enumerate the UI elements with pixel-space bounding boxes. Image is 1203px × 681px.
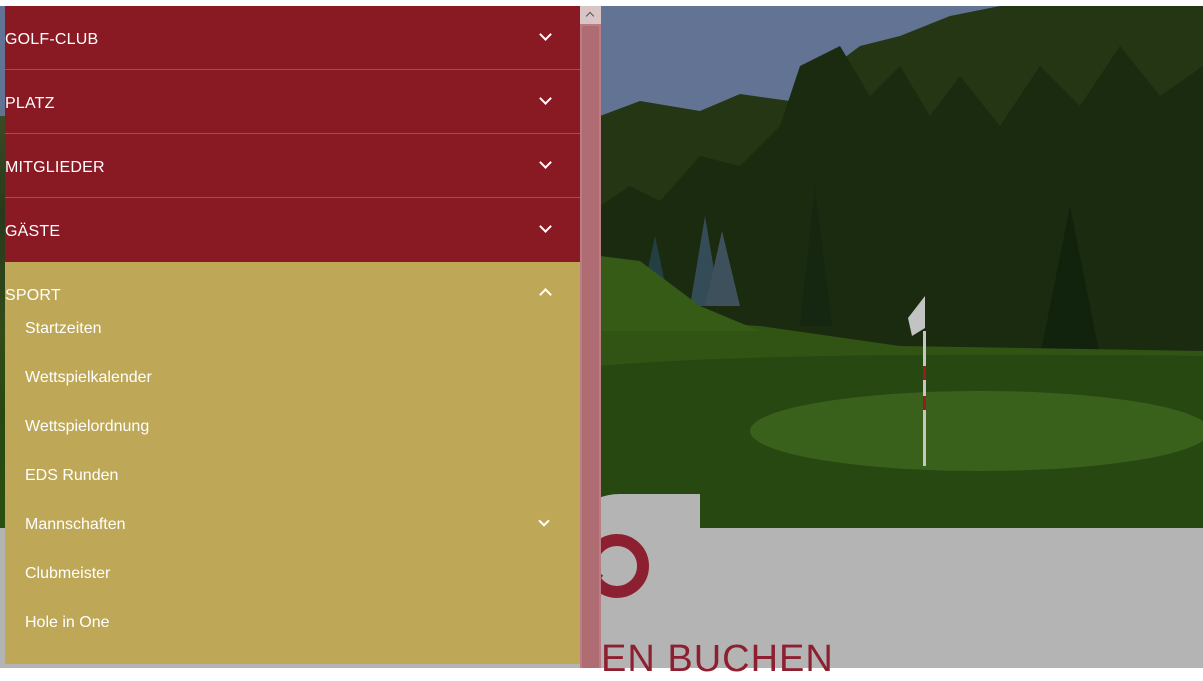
submenu-item-wettspielordnung[interactable]: Wettspielordnung [5,402,580,451]
nav-item-label: MITGLIEDER [5,158,105,176]
chevron-down-icon[interactable] [539,92,552,105]
scroll-up-arrow-icon[interactable] [580,6,601,24]
booking-heading: EN BUCHEN [601,638,834,680]
nav-item-label: GÄSTE [5,223,61,240]
sport-submenu: Startzeiten Wettspielkalender Wettspielo… [5,304,580,647]
chevron-down-icon[interactable] [539,28,552,41]
nav-item-platz[interactable]: PLATZ [5,70,580,134]
submenu-item-startzeiten[interactable]: Startzeiten [5,304,580,353]
nav-section-sport: SPORT Startzeiten Wettspielkalender Wett… [5,262,580,664]
submenu-item-eds-runden[interactable]: EDS Runden [5,451,580,500]
nav-scrollbar[interactable] [580,6,601,668]
chevron-down-icon[interactable] [539,156,552,169]
chevron-down-icon[interactable] [539,220,552,233]
nav-item-mitglieder[interactable]: MITGLIEDER [5,134,580,198]
submenu-item-mannschaften[interactable]: Mannschaften [5,500,580,549]
nav-item-label: GOLF-CLUB [5,30,99,48]
submenu-item-hole-in-one[interactable]: Hole in One [5,598,580,647]
nav-item-label: SPORT [5,287,61,304]
chevron-down-icon[interactable] [538,515,550,527]
nav-item-golf-club[interactable]: GOLF-CLUB [5,6,580,70]
submenu-item-clubmeister[interactable]: Clubmeister [5,549,580,598]
nav-item-label: PLATZ [5,94,55,112]
chevron-up-icon[interactable] [539,288,552,301]
top-strip [0,0,1203,6]
nav-item-gaeste[interactable]: GÄSTE [5,198,580,262]
submenu-item-wettspielkalender[interactable]: Wettspielkalender [5,353,580,402]
submenu-item-label: Mannschaften [25,515,126,533]
scrollbar-thumb[interactable] [582,26,599,668]
nav-drawer: GOLF-CLUB PLATZ MITGLIEDER GÄSTE SPORT S… [5,6,580,668]
